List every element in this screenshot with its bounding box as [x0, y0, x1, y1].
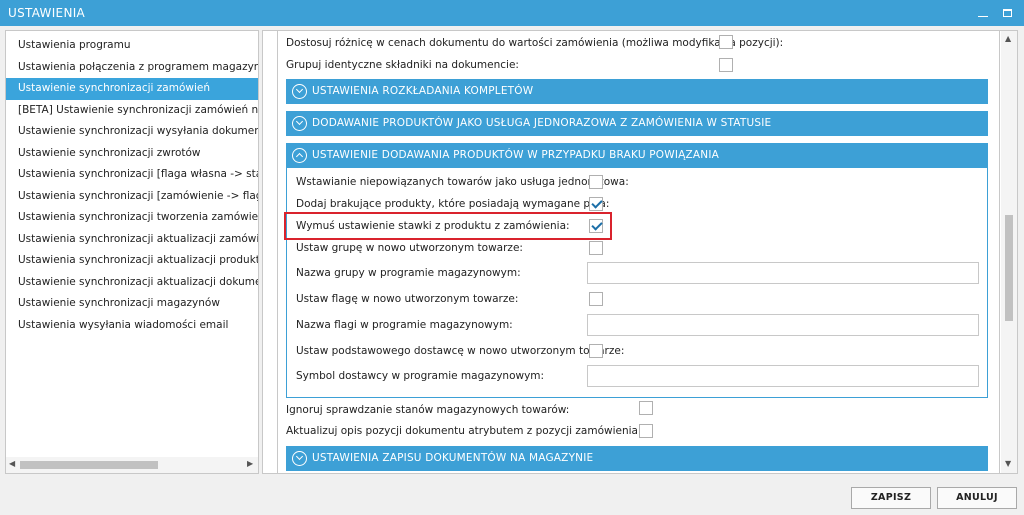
- field-label: Nazwa grupy w programie magazynowym:: [296, 267, 521, 279]
- sidebar-item[interactable]: Ustawienia wysyłania wiadomości email: [6, 315, 258, 337]
- option-label: Grupuj identyczne składniki na dokumenci…: [286, 59, 519, 71]
- option-label: Ustaw podstawowego dostawcę w nowo utwor…: [296, 345, 625, 357]
- sidebar-item[interactable]: Ustawienia synchronizacji tworzenia zamó…: [6, 207, 258, 229]
- panel-divider: [277, 31, 278, 473]
- sidebar-item[interactable]: Ustawienie synchronizacji aktualizacji d…: [6, 272, 258, 294]
- section-title: DODAWANIE PRODUKTÓW JAKO USŁUGA JEDNORAZ…: [312, 117, 772, 129]
- scroll-up-icon[interactable]: ▲: [1005, 34, 1011, 43]
- chevron-circle-icon: [292, 84, 307, 99]
- option-label: Dodaj brakujące produkty, które posiadaj…: [296, 198, 610, 210]
- option-checkbox[interactable]: [589, 292, 603, 306]
- minimize-button[interactable]: [974, 4, 992, 22]
- sidebar-item[interactable]: Ustawienia połączenia z programem magazy…: [6, 57, 258, 79]
- option-label: Ignoruj sprawdzanie stanów magazynowych …: [286, 404, 570, 416]
- sidebar-item[interactable]: Ustawienia programu: [6, 35, 258, 57]
- supplier-symbol-input[interactable]: [587, 365, 979, 387]
- option-checkbox[interactable]: [589, 241, 603, 255]
- option-checkbox[interactable]: [719, 58, 733, 72]
- field-label: Symbol dostawcy w programie magazynowym:: [296, 370, 545, 382]
- sidebar-item[interactable]: Ustawienia synchronizacji [flaga własna …: [6, 164, 258, 186]
- section-header[interactable]: USTAWIENIA ZAPISU DOKUMENTÓW NA MAGAZYNI…: [286, 446, 988, 471]
- section-header[interactable]: DODAWANIE PRODUKTÓW JAKO USŁUGA JEDNORAZ…: [286, 111, 988, 136]
- sidebar-item[interactable]: Ustawienie synchronizacji zwrotów: [6, 143, 258, 165]
- chevron-circle-icon: [292, 451, 307, 466]
- maximize-button[interactable]: [999, 4, 1017, 22]
- option-label: Ustaw flagę w nowo utworzonym towarze:: [296, 293, 519, 305]
- scroll-left-icon[interactable]: ◀: [9, 459, 15, 468]
- scroll-thumb[interactable]: [20, 461, 158, 469]
- settings-panel: Dostosuj różnicę w cenach dokumentu do w…: [262, 30, 1018, 474]
- sidebar-item-selected[interactable]: Ustawienie synchronizacji zamówień: [6, 78, 258, 100]
- scroll-thumb[interactable]: [1005, 215, 1013, 321]
- save-button[interactable]: ZAPISZ: [851, 487, 931, 509]
- sidebar-item[interactable]: Ustawienie synchronizacji magazynów: [6, 293, 258, 315]
- scroll-right-icon[interactable]: ▶: [247, 459, 253, 468]
- option-checkbox[interactable]: [719, 35, 733, 49]
- panel-divider: [999, 31, 1000, 473]
- option-checkbox[interactable]: [589, 175, 603, 189]
- settings-sidebar: Ustawienia programu Ustawienia połączeni…: [5, 30, 259, 474]
- scroll-down-icon[interactable]: ▼: [1005, 459, 1011, 468]
- sidebar-item[interactable]: Ustawienie synchronizacji wysyłania doku…: [6, 121, 258, 143]
- sidebar-horizontal-scrollbar[interactable]: ◀ ▶: [6, 457, 258, 473]
- option-label: Ustaw grupę w nowo utworzonym towarze:: [296, 242, 523, 254]
- sidebar-list: Ustawienia programu Ustawienia połączeni…: [6, 35, 258, 336]
- button-bar: ZAPISZ ANULUJ: [0, 478, 1024, 515]
- option-checkbox[interactable]: [639, 424, 653, 438]
- window-title: USTAWIENIA: [8, 6, 86, 20]
- section-title: USTAWIENIA ROZKŁADANIA KOMPLETÓW: [312, 85, 534, 97]
- chevron-circle-icon: [292, 148, 307, 163]
- chevron-circle-icon: [292, 116, 307, 131]
- option-checkbox-checked[interactable]: [589, 197, 603, 211]
- group-name-input[interactable]: [587, 262, 979, 284]
- sidebar-item[interactable]: [BETA] Ustawienie synchronizacji zamówie…: [6, 100, 258, 122]
- option-checkbox[interactable]: [639, 401, 653, 415]
- maximize-icon: [1003, 9, 1012, 17]
- option-label: Dostosuj różnicę w cenach dokumentu do w…: [286, 37, 784, 49]
- sidebar-item[interactable]: Ustawienia synchronizacji aktualizacji p…: [6, 250, 258, 272]
- minimize-icon: [978, 16, 988, 17]
- section-title: USTAWIENIE DODAWANIA PRODUKTÓW W PRZYPAD…: [312, 149, 720, 161]
- highlight-frame: [284, 212, 612, 240]
- section-header[interactable]: USTAWIENIA ROZKŁADANIA KOMPLETÓW: [286, 79, 988, 104]
- section-title: USTAWIENIA ZAPISU DOKUMENTÓW NA MAGAZYNI…: [312, 452, 594, 464]
- title-bar: USTAWIENIA: [0, 0, 1024, 26]
- option-checkbox[interactable]: [589, 344, 603, 358]
- field-label: Nazwa flagi w programie magazynowym:: [296, 319, 513, 331]
- option-label: Wstawianie niepowiązanych towarów jako u…: [296, 176, 629, 188]
- cancel-button[interactable]: ANULUJ: [937, 487, 1017, 509]
- section-header-expanded[interactable]: USTAWIENIE DODAWANIA PRODUKTÓW W PRZYPAD…: [286, 143, 988, 168]
- option-label: Aktualizuj opis pozycji dokumentu atrybu…: [286, 425, 642, 437]
- sidebar-item[interactable]: Ustawienia synchronizacji [zamówienie ->…: [6, 186, 258, 208]
- sidebar-item[interactable]: Ustawienia synchronizacji aktualizacji z…: [6, 229, 258, 251]
- flag-name-input[interactable]: [587, 314, 979, 336]
- panel-vertical-scrollbar[interactable]: ▲ ▼: [1001, 31, 1017, 473]
